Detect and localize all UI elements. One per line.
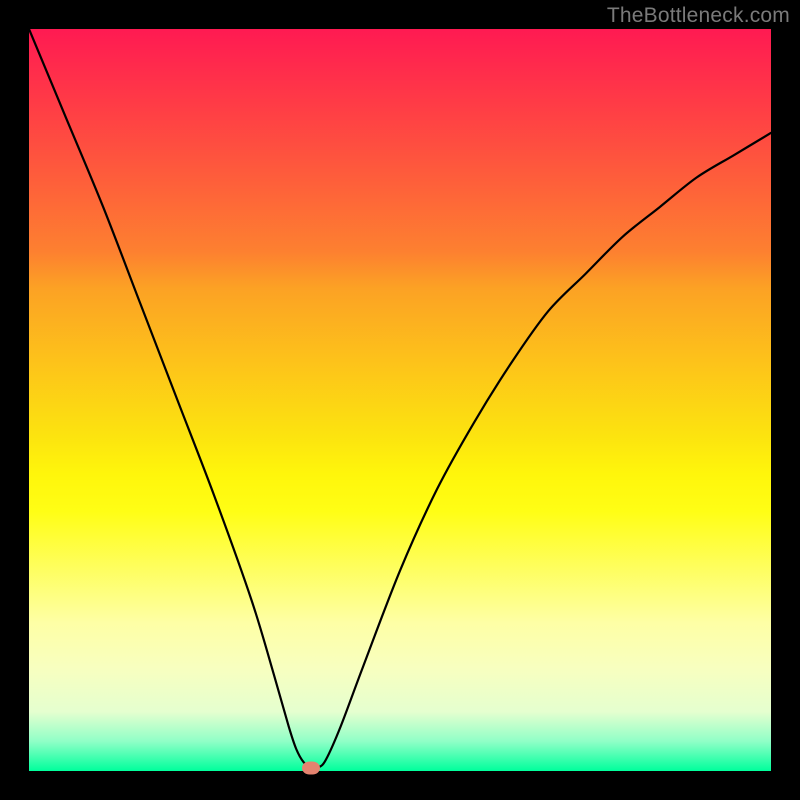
curve-svg [29,29,771,771]
chart-frame: TheBottleneck.com [0,0,800,800]
optimum-marker [302,762,320,775]
bottleneck-curve [29,29,771,768]
plot-area [29,29,771,771]
watermark-text: TheBottleneck.com [607,4,790,28]
